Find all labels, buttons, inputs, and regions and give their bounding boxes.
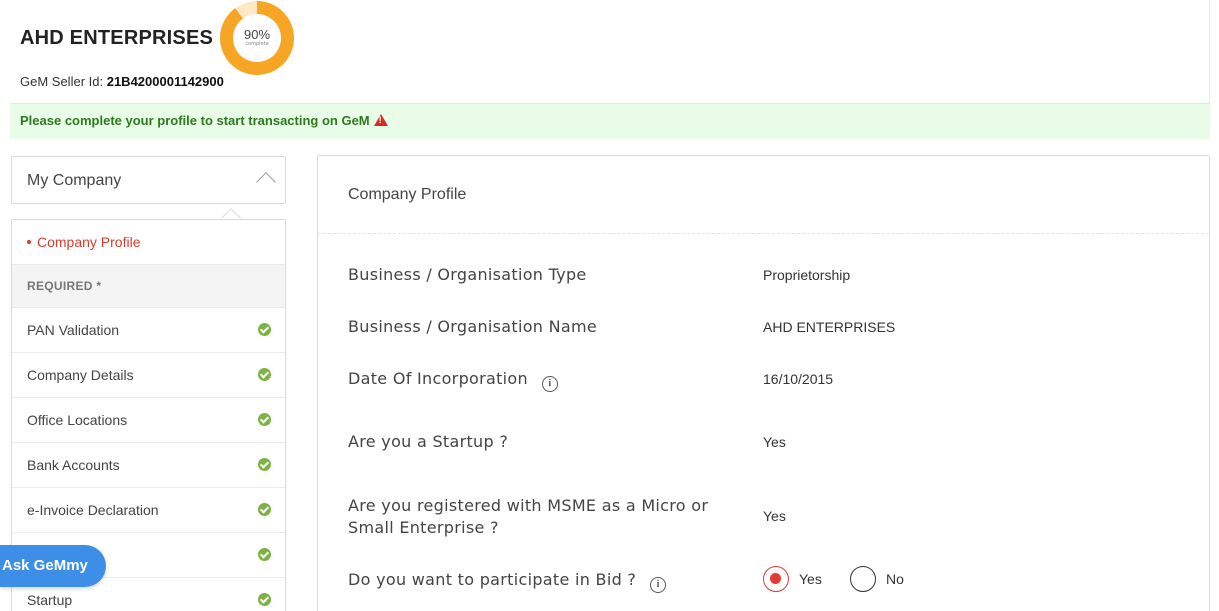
check-circle-icon — [258, 548, 271, 561]
dropdown-label: My Company — [27, 172, 122, 189]
check-circle-icon — [258, 503, 271, 516]
my-company-dropdown[interactable]: My Company — [11, 156, 286, 204]
company-profile-panel: Company Profile Business / Organisation … — [317, 155, 1210, 611]
check-circle-icon — [258, 368, 271, 381]
org-name-label: Business / Organisation Name — [348, 317, 598, 336]
progress-sub: complete — [245, 41, 269, 47]
panel-title: Company Profile — [348, 186, 467, 203]
alert-text: Please complete your profile to start tr… — [20, 113, 370, 128]
bid-no-radio[interactable] — [850, 566, 876, 592]
sidebar-item-label: PAN Validation — [27, 322, 120, 338]
sidebar-item-office-locations[interactable]: Office Locations — [12, 398, 285, 443]
progress-percent: 90% — [243, 27, 271, 42]
startup-label: Are you a Startup ? — [348, 432, 509, 451]
org-type-label: Business / Organisation Type — [348, 265, 587, 284]
check-circle-icon — [258, 593, 271, 606]
ask-gemmy-button[interactable]: Ask GeMmy — [0, 545, 106, 587]
bid-yes-radio[interactable] — [763, 566, 789, 592]
msme-label-line1: Are you registered with MSME as a Micro … — [348, 496, 709, 515]
bid-participation-label: Do you want to participate in Bid ? — [348, 570, 637, 589]
sidebar-item-company-profile[interactable]: Company Profile — [12, 220, 285, 265]
required-section-header: REQUIRED * — [12, 265, 285, 308]
seller-id-value: 21B4200001142900 — [106, 74, 224, 89]
progress-center: 90% complete — [233, 14, 281, 62]
sidebar-item-label: Company Profile — [37, 234, 141, 250]
sidebar-item-label: Bank Accounts — [27, 457, 120, 473]
info-icon[interactable]: i — [650, 577, 667, 593]
msme-label-line2: Small Enterprise ? — [348, 518, 499, 537]
bid-yes-label: Yes — [799, 571, 822, 587]
sidebar-item-label: Office Locations — [27, 412, 128, 428]
startup-value: Yes — [763, 434, 786, 450]
incorporation-date-label: Date Of Incorporation — [348, 369, 528, 388]
bid-no-label: No — [886, 571, 904, 587]
org-name-value: AHD ENTERPRISES — [763, 319, 896, 335]
sidebar-item-e-invoice[interactable]: e-Invoice Declaration — [12, 488, 285, 533]
sidebar-item-pan-validation[interactable]: PAN Validation — [12, 308, 285, 353]
panel-divider — [318, 233, 1209, 234]
sidebar-item-label: e-Invoice Declaration — [27, 502, 159, 518]
alert-message: Please complete your profile to start tr… — [20, 113, 388, 128]
chevron-up-icon — [256, 172, 276, 192]
seller-id-label: GeM Seller Id: — [20, 74, 104, 89]
check-circle-icon — [258, 413, 271, 426]
bid-participation-row-label: Do you want to participate in Bid ? i — [348, 569, 667, 593]
sidebar-item-bank-accounts[interactable]: Bank Accounts — [12, 443, 285, 488]
warning-triangle-icon — [373, 114, 388, 126]
seller-id: GeM Seller Id: 21B4200001142900 — [20, 74, 224, 89]
profile-alert-banner: Please complete your profile to start tr… — [10, 103, 1210, 139]
msme-value: Yes — [763, 508, 786, 524]
org-type-value: Proprietorship — [763, 267, 851, 283]
incorporation-date-row-label: Date Of Incorporation i — [348, 368, 558, 392]
profile-progress-ring: 90% complete — [220, 1, 294, 75]
company-name: AHD ENTERPRISES — [20, 27, 214, 49]
active-dot — [27, 240, 31, 244]
sidebar-item-label: Company Details — [27, 367, 134, 383]
page: AHD ENTERPRISES 90% complete GeM Seller … — [0, 0, 1219, 611]
sidebar-item-company-details[interactable]: Company Details — [12, 353, 285, 398]
sidebar-item-label: Startup — [27, 592, 73, 608]
profile-header: AHD ENTERPRISES 90% complete GeM Seller … — [10, 0, 1210, 103]
info-icon[interactable]: i — [541, 376, 558, 392]
check-circle-icon — [258, 323, 271, 336]
incorporation-date-value: 16/10/2015 — [763, 371, 834, 387]
check-circle-icon — [258, 458, 271, 471]
